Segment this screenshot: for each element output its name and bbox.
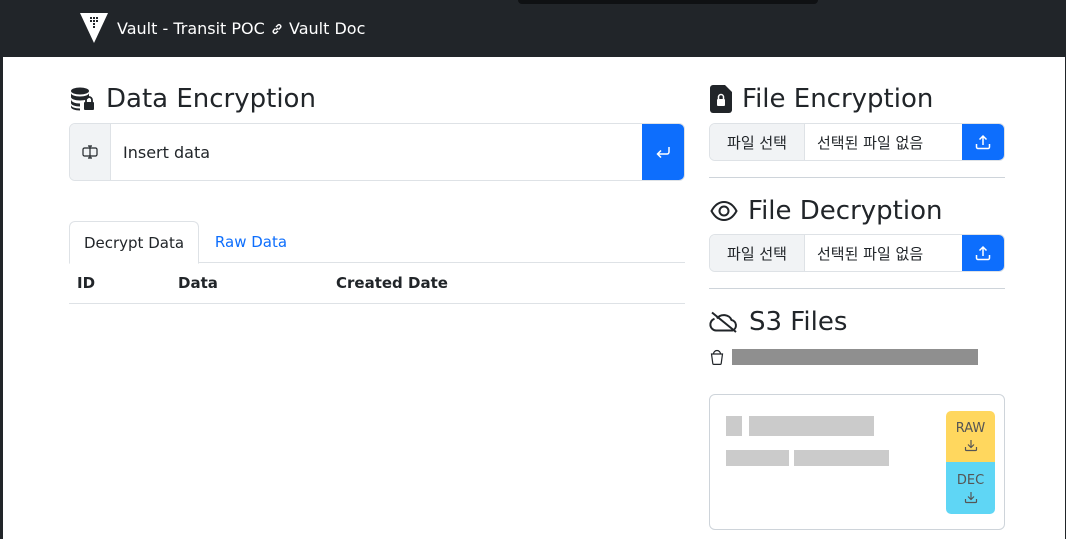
- brand-title: Vault - Transit POC: [117, 18, 265, 38]
- file-decryption-title: File Decryption: [748, 196, 943, 226]
- file-encryption-choose-button[interactable]: 파일 선택: [710, 124, 805, 160]
- file-encryption-title: File Encryption: [742, 84, 934, 114]
- file-lock-icon: [710, 85, 732, 113]
- vault-doc-label: Vault Doc: [289, 19, 366, 38]
- tab-decrypt-data[interactable]: Decrypt Data: [69, 221, 199, 264]
- bucket-row: [710, 349, 978, 365]
- tab-raw-data[interactable]: Raw Data: [199, 221, 303, 263]
- file-decryption-choose-button[interactable]: 파일 선택: [710, 235, 805, 271]
- column-created-date: Created Date: [336, 274, 448, 292]
- file-decryption-input-group: 파일 선택 선택된 파일 없음: [709, 234, 1005, 272]
- file-name-redacted: [749, 416, 874, 436]
- file-date-redacted: [794, 450, 889, 466]
- file-decryption-filename: 선택된 파일 없음: [805, 235, 962, 271]
- s3-files-heading: S3 Files: [709, 307, 847, 337]
- file-icon-placeholder: [726, 416, 742, 436]
- encrypt-submit-button[interactable]: [642, 124, 684, 180]
- file-decryption-no-file-label: 선택된 파일 없음: [817, 244, 924, 263]
- file-decryption-choose-label: 파일 선택: [727, 244, 787, 263]
- download-icon: [964, 440, 977, 452]
- column-id: ID: [77, 274, 96, 292]
- file-encryption-filename: 선택된 파일 없음: [805, 124, 962, 160]
- download-icon: [964, 491, 977, 503]
- navbar: Vault - Transit POC Vault Doc: [3, 0, 1065, 57]
- download-dec-button[interactable]: DEC: [946, 462, 995, 514]
- link-icon: [272, 23, 282, 34]
- file-encryption-heading: File Encryption: [710, 84, 933, 114]
- s3-file-card: RAW DEC: [709, 394, 1005, 530]
- database-lock-icon: [70, 86, 96, 112]
- file-encryption-upload-button[interactable]: [962, 124, 1004, 160]
- download-raw-button[interactable]: RAW: [946, 411, 995, 462]
- data-encryption-title: Data Encryption: [106, 84, 316, 114]
- bucket-name-redacted: [732, 349, 978, 365]
- data-table-header: ID Data Created Date: [69, 263, 685, 304]
- download-dec-label: DEC: [956, 472, 985, 488]
- tab-decrypt-data-label: Decrypt Data: [83, 233, 185, 252]
- column-data: Data: [178, 274, 218, 292]
- data-input[interactable]: Insert data: [111, 124, 642, 180]
- window-notch: [518, 0, 818, 4]
- input-addon: [70, 124, 111, 180]
- vault-logo-icon: [80, 13, 108, 43]
- input-cursor-icon: [82, 145, 98, 159]
- cloud-slash-icon: [709, 311, 739, 333]
- tab-raw-data-label: Raw Data: [214, 233, 288, 251]
- divider: [709, 288, 1005, 289]
- data-input-group: Insert data: [69, 123, 685, 181]
- vault-doc-link[interactable]: Vault Doc: [271, 19, 365, 38]
- file-decryption-upload-button[interactable]: [962, 235, 1004, 271]
- enter-arrow-icon: [656, 147, 670, 159]
- file-meta-redacted: [726, 450, 789, 466]
- brand-link[interactable]: Vault - Transit POC: [80, 13, 265, 43]
- divider: [709, 177, 1005, 178]
- download-raw-label: RAW: [955, 421, 986, 436]
- app-frame: Vault - Transit POC Vault Doc Data Encry…: [3, 0, 1065, 539]
- upload-icon: [975, 134, 991, 150]
- data-encryption-heading: Data Encryption: [70, 84, 316, 114]
- data-tabs: Decrypt Data Raw Data: [69, 221, 685, 264]
- eye-icon: [710, 200, 738, 222]
- s3-files-title: S3 Files: [749, 307, 848, 337]
- file-decryption-heading: File Decryption: [710, 196, 942, 226]
- data-input-placeholder: Insert data: [123, 142, 211, 162]
- file-encryption-choose-label: 파일 선택: [727, 133, 787, 152]
- upload-icon: [975, 245, 991, 261]
- file-encryption-input-group: 파일 선택 선택된 파일 없음: [709, 123, 1005, 161]
- bucket-icon: [710, 349, 724, 365]
- file-encryption-no-file-label: 선택된 파일 없음: [817, 133, 924, 152]
